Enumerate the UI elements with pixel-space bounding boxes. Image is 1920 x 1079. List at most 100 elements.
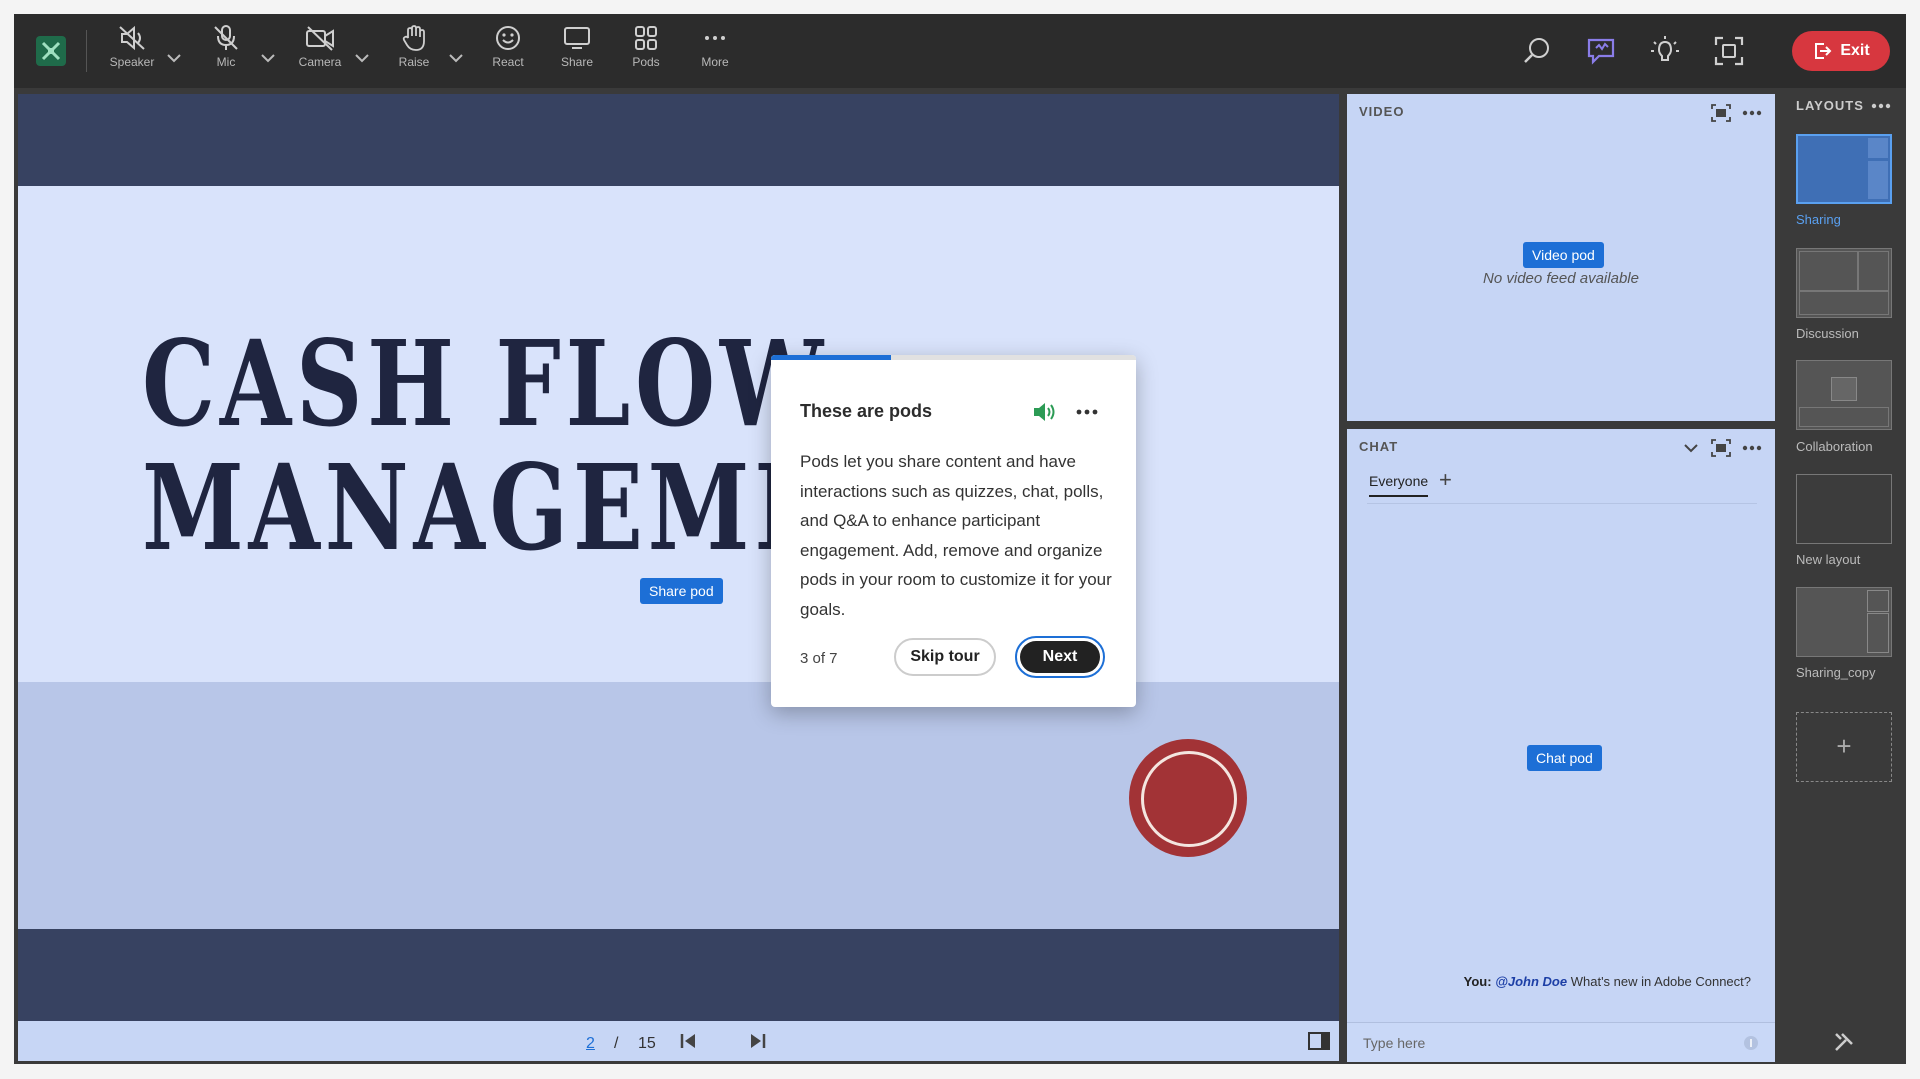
send-icon[interactable] (1743, 1035, 1759, 1051)
engagement-chat-icon[interactable] (1584, 34, 1618, 68)
mic-button[interactable]: Mic (196, 24, 256, 80)
mic-muted-icon (214, 25, 238, 50)
next-label: Next (1020, 641, 1100, 673)
page-separator: / (614, 1035, 619, 1052)
app-logo-icon[interactable] (36, 36, 66, 66)
layout-thumb-new-layout[interactable] (1796, 474, 1892, 544)
chat-tab-everyone[interactable]: Everyone (1369, 473, 1429, 497)
stamp-graphic (1129, 739, 1247, 857)
mic-chevron-down-icon[interactable] (260, 52, 276, 64)
chat-message-mention: @John Doe (1495, 974, 1568, 989)
raise-chevron-down-icon[interactable] (448, 52, 464, 64)
tour-popup: These are pods Pods let you share conten… (771, 355, 1136, 707)
audio-speaker-icon[interactable] (1032, 401, 1056, 423)
no-video-message: No video feed available (1483, 270, 1639, 287)
exit-label: Exit (1840, 42, 1870, 59)
video-pod-menu-icon[interactable] (1741, 104, 1763, 122)
video-maximize-icon[interactable] (1711, 104, 1731, 122)
layout-thumb-sharing[interactable] (1796, 134, 1892, 204)
exit-button[interactable]: Exit (1792, 31, 1890, 71)
layout-thumb-discussion[interactable] (1796, 248, 1892, 318)
search-icon[interactable] (1520, 34, 1554, 68)
chat-tab-divider (1367, 503, 1757, 504)
tour-description: Pods let you share content and have inte… (800, 452, 1112, 619)
share-pod: CASH FLOW MANAGEME Share pod 2 / 15 (18, 94, 1339, 1061)
app-window: Speaker Mic Camera Raise React Share Pod… (14, 14, 1906, 1064)
next-button[interactable]: Next (1015, 636, 1105, 678)
current-page-number[interactable]: 2 (586, 1035, 595, 1053)
video-pod-tag: Video pod (1523, 242, 1604, 268)
chat-pod: CHAT Everyone + Chat pod You: @John Doe … (1347, 429, 1775, 1062)
mic-label: Mic (216, 55, 236, 69)
speaker-chevron-down-icon[interactable] (166, 52, 182, 64)
ellipsis-icon (705, 36, 725, 40)
tour-progress-fill (771, 355, 892, 360)
add-chat-tab-icon[interactable]: + (1439, 467, 1452, 493)
chat-message-text: What's new in Adobe Connect? (1570, 974, 1751, 989)
tour-title: These are pods (800, 401, 933, 421)
tour-menu-icon[interactable] (1075, 403, 1099, 421)
chat-pod-header: CHAT (1359, 439, 1399, 454)
toolbar-divider (86, 30, 87, 72)
layouts-header: LAYOUTS (1796, 98, 1864, 113)
camera-label: Camera (298, 55, 342, 69)
chat-pod-menu-icon[interactable] (1741, 439, 1763, 457)
layout-label-sharing-copy[interactable]: Sharing_copy (1796, 665, 1876, 680)
add-layout-button[interactable]: + (1796, 712, 1892, 782)
tour-progress-bar (771, 355, 1136, 360)
fullscreen-icon[interactable] (1712, 34, 1746, 68)
video-pod: VIDEO No video feed available Video pod (1347, 94, 1775, 421)
speaker-muted-icon (119, 25, 145, 51)
pods-button[interactable]: Pods (616, 24, 676, 80)
share-pod-tag: Share pod (640, 578, 723, 604)
chat-input-placeholder: Type here (1363, 1035, 1426, 1051)
slide-top-band (18, 94, 1339, 186)
tools-icon[interactable] (1832, 1030, 1856, 1054)
speaker-label: Speaker (109, 55, 155, 69)
camera-off-icon (306, 26, 334, 51)
layout-label-discussion[interactable]: Discussion (1796, 326, 1859, 341)
skip-tour-button[interactable]: Skip tour (894, 638, 996, 676)
tour-step-counter: 3 of 7 (800, 650, 838, 667)
layout-label-new-layout[interactable]: New layout (1796, 552, 1860, 567)
chat-maximize-icon[interactable] (1711, 439, 1731, 457)
layouts-menu-icon[interactable] (1870, 98, 1892, 114)
react-label: React (492, 55, 524, 69)
chat-collapse-chevron-icon[interactable] (1683, 441, 1699, 455)
slide-navigation-bar: 2 / 15 (18, 1021, 1339, 1061)
lightbulb-icon[interactable] (1648, 34, 1682, 68)
smiley-icon (496, 26, 520, 50)
previous-page-icon[interactable] (678, 1031, 698, 1051)
skip-tour-label: Skip tour (910, 648, 980, 665)
exit-icon (1815, 43, 1832, 59)
total-pages: 15 (638, 1035, 656, 1052)
top-toolbar: Speaker Mic Camera Raise React Share Pod… (14, 14, 1906, 88)
slide-title: CASH FLOW MANAGEME (142, 314, 830, 577)
hand-icon (402, 25, 425, 51)
camera-chevron-down-icon[interactable] (354, 52, 370, 64)
video-pod-header: VIDEO (1359, 104, 1405, 119)
more-button[interactable]: More (685, 24, 745, 80)
layout-label-collaboration[interactable]: Collaboration (1796, 439, 1873, 454)
layout-label-sharing[interactable]: Sharing (1796, 212, 1841, 227)
camera-button[interactable]: Camera (290, 24, 350, 80)
speaker-button[interactable]: Speaker (102, 24, 162, 80)
layout-thumb-sharing-copy[interactable] (1796, 587, 1892, 657)
toggle-sidebar-icon[interactable] (1308, 1032, 1330, 1050)
chat-pod-tag: Chat pod (1527, 745, 1602, 771)
chat-message: You: @John Doe What's new in Adobe Conne… (1464, 974, 1751, 989)
raise-hand-button[interactable]: Raise (384, 24, 444, 80)
layouts-panel: LAYOUTS Sharing Discussion Collaboration… (1784, 88, 1906, 1064)
pods-label: Pods (632, 55, 660, 69)
chat-input-field[interactable]: Type here (1347, 1022, 1775, 1062)
stamp-ring (1141, 751, 1237, 847)
layout-thumb-collaboration[interactable] (1796, 360, 1892, 430)
next-page-icon[interactable] (748, 1031, 768, 1051)
share-label: Share (560, 55, 594, 69)
grid-icon (635, 26, 657, 50)
more-label: More (701, 55, 729, 69)
raise-label: Raise (398, 55, 430, 69)
react-button[interactable]: React (478, 24, 538, 80)
chat-message-sender: You: (1463, 974, 1492, 989)
share-button[interactable]: Share (547, 24, 607, 80)
